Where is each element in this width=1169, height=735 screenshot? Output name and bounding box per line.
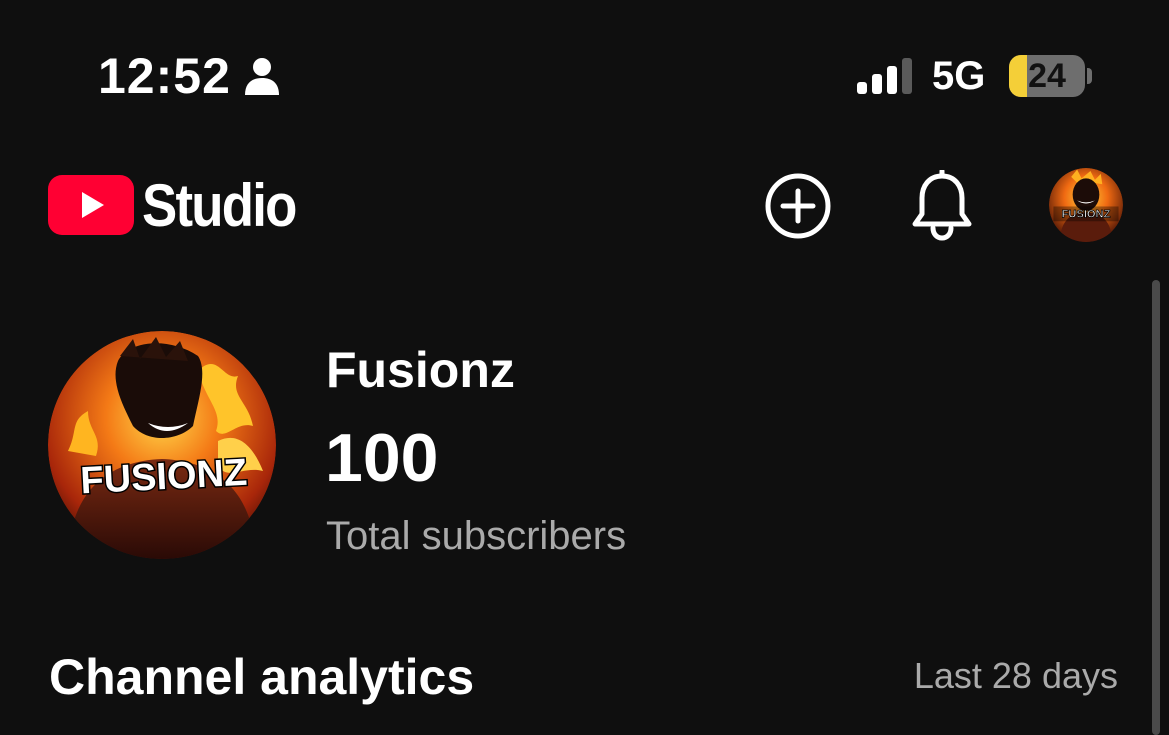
- subscriber-count: 100: [325, 420, 439, 496]
- app-name: Studio: [142, 172, 297, 239]
- network-type: 5G: [932, 54, 986, 98]
- battery-tip: [1087, 68, 1092, 84]
- channel-art-icon: FUSIONZ: [48, 331, 276, 559]
- bell-icon[interactable]: [910, 170, 974, 242]
- signal-bar: [872, 74, 882, 94]
- signal-strength-icon: [857, 58, 912, 94]
- add-circle-icon[interactable]: [764, 172, 832, 240]
- status-time: 12:52: [98, 48, 231, 104]
- channel-badge-text: FUSIONZ: [79, 452, 248, 503]
- battery-percent: 24: [1028, 57, 1066, 95]
- avatar-badge-text: FUSIONZ: [1062, 209, 1111, 221]
- analytics-title: Channel analytics: [49, 649, 475, 705]
- youtube-play-icon[interactable]: [48, 175, 134, 235]
- channel-name: Fusionz: [326, 342, 515, 398]
- signal-bar: [857, 82, 867, 94]
- channel-art-icon: FUSIONZ: [1049, 168, 1123, 242]
- channel-avatar[interactable]: FUSIONZ: [48, 331, 276, 559]
- battery-indicator: 24: [1009, 55, 1085, 97]
- subscriber-label: Total subscribers: [326, 514, 627, 558]
- account-avatar[interactable]: FUSIONZ: [1049, 168, 1123, 242]
- person-icon: [245, 58, 279, 95]
- scrollbar[interactable]: [1152, 280, 1160, 735]
- signal-bar: [902, 58, 912, 94]
- analytics-date-range[interactable]: Last 28 days: [914, 652, 1118, 700]
- signal-bar: [887, 66, 897, 94]
